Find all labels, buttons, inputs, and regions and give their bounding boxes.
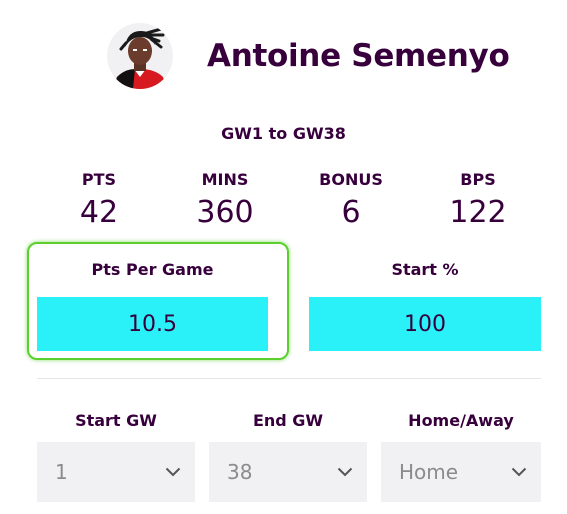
- filter-label-start-gw: Start GW: [75, 411, 157, 430]
- metric-value-pts-per-game[interactable]: 10.5: [37, 297, 268, 351]
- section-divider: [37, 378, 541, 379]
- stat-label: BPS: [460, 170, 496, 189]
- stat-value: 360: [196, 195, 254, 230]
- stat-bonus: BONUS 6: [291, 170, 411, 230]
- home-away-select[interactable]: Home: [381, 442, 541, 502]
- metric-value-start-percent[interactable]: 100: [309, 297, 541, 351]
- stat-value: 122: [449, 195, 507, 230]
- stat-value: 6: [341, 195, 361, 230]
- stat-label: BONUS: [319, 170, 383, 189]
- player-portrait-icon: [113, 27, 167, 89]
- player-name: Antoine Semenyo: [207, 38, 510, 74]
- stat-mins: MINS 360: [165, 170, 285, 230]
- gameweek-range-label: GW1 to GW38: [221, 124, 346, 143]
- start-gw-select[interactable]: 1: [37, 442, 195, 502]
- stat-value: 42: [79, 195, 119, 230]
- stat-bps: BPS 122: [418, 170, 538, 230]
- chevron-down-icon: [337, 467, 353, 477]
- select-value: 38: [227, 460, 253, 484]
- player-avatar: [107, 23, 173, 89]
- stat-pts: PTS 42: [39, 170, 159, 230]
- select-value: 1: [55, 460, 68, 484]
- metric-label-pts-per-game: Pts Per Game: [91, 260, 214, 279]
- metric-label-start-percent: Start %: [391, 260, 459, 279]
- chevron-down-icon: [511, 467, 527, 477]
- filter-label-home-away: Home/Away: [408, 411, 514, 430]
- stat-label: PTS: [81, 170, 117, 189]
- end-gw-select[interactable]: 38: [209, 442, 367, 502]
- stat-label: MINS: [201, 170, 249, 189]
- select-value: Home: [399, 460, 459, 484]
- chevron-down-icon: [165, 467, 181, 477]
- filter-label-end-gw: End GW: [252, 411, 324, 430]
